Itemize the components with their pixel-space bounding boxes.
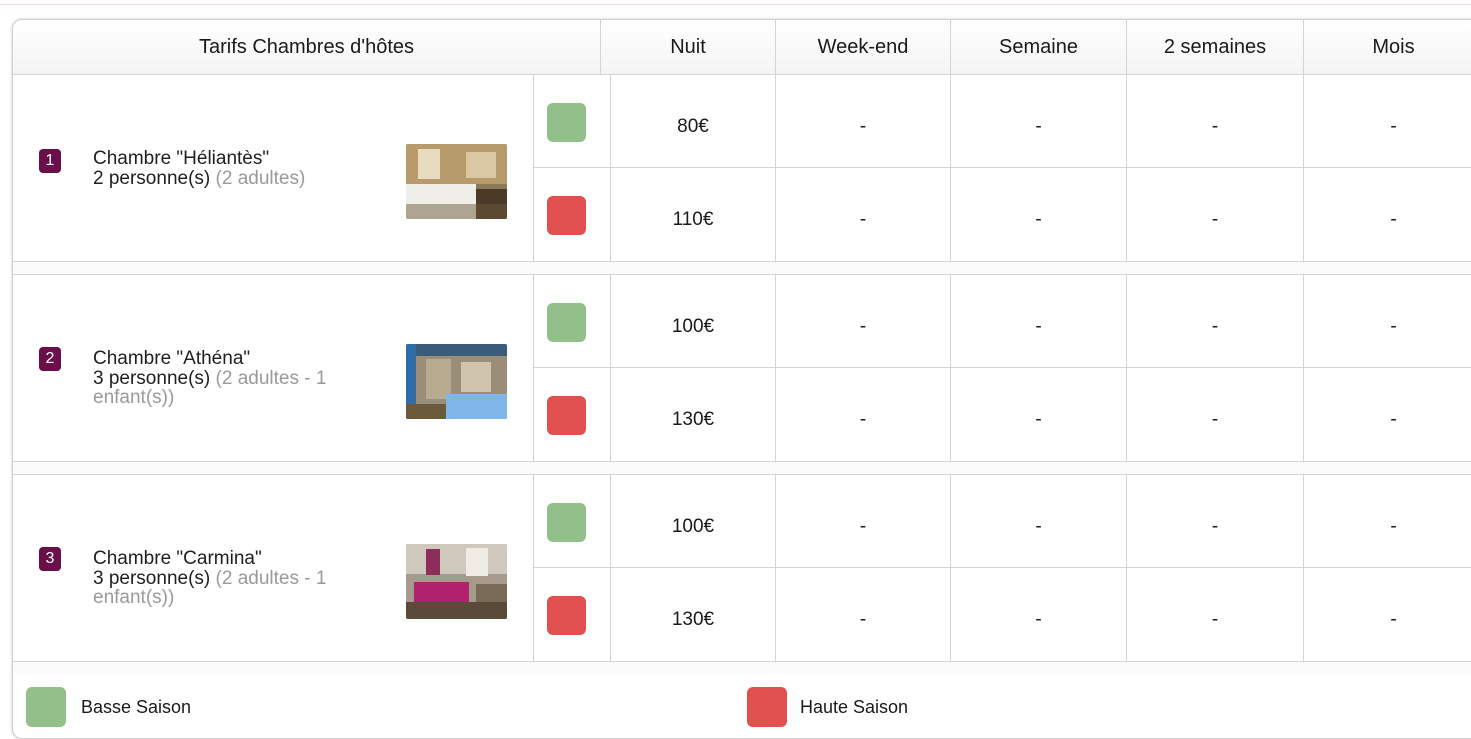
room-row-2: 2 Chambre "Athéna" 3 personne(s) (2 adul… [13, 274, 1471, 462]
room-info: 2 Chambre "Athéna" 3 personne(s) (2 adul… [13, 275, 534, 461]
basse-saison-swatch [547, 103, 586, 142]
season-cell [534, 75, 611, 168]
basse-saison-swatch [26, 687, 66, 727]
haute-saison-swatch [547, 196, 586, 235]
top-divider [0, 4, 1471, 5]
season-cell [534, 368, 611, 461]
price-nuit: 80€ [611, 75, 776, 168]
price-semaine: - [951, 368, 1127, 461]
room-number-badge: 2 [39, 347, 61, 371]
price-2-semaines: - [1127, 275, 1304, 368]
room-info: 1 Chambre "Héliantès" 2 personne(s) (2 a… [13, 75, 534, 261]
price-weekend: - [776, 475, 951, 568]
price-weekend: - [776, 75, 951, 168]
price-mois: - [1390, 316, 1397, 337]
price-mois: - [1390, 116, 1397, 137]
price-semaine: - [951, 475, 1127, 568]
header-weekend: Week-end [776, 20, 951, 74]
price-2-semaines: - [1127, 368, 1304, 461]
price-semaine: - [951, 275, 1127, 368]
room-capacity: 2 personne(s) (2 adultes) [93, 169, 383, 188]
row-spacer [13, 262, 1471, 274]
haute-saison-swatch [547, 396, 586, 435]
price-weekend: - [776, 168, 951, 261]
price-semaine: - [951, 75, 1127, 168]
room-capacity-count: 3 personne(s) [93, 568, 211, 589]
room-number-badge: 1 [39, 149, 61, 173]
price-mois: - [1390, 516, 1397, 537]
price-nuit: 110€ [611, 168, 776, 261]
header-nuit: Nuit [601, 20, 776, 74]
season-cell [534, 475, 611, 568]
room-name[interactable]: Chambre "Héliantès" [93, 149, 269, 169]
season-cell [534, 275, 611, 368]
basse-saison-swatch [547, 503, 586, 542]
price-weekend: - [776, 568, 951, 661]
price-2-semaines: - [1127, 568, 1304, 661]
header-2-semaines: 2 semaines [1127, 20, 1304, 74]
price-semaine: - [951, 168, 1127, 261]
haute-saison-swatch [547, 596, 586, 635]
price-mois: - [1390, 409, 1397, 430]
room-photo[interactable] [406, 544, 507, 619]
price-nuit: 100€ [611, 475, 776, 568]
room-capacity: 3 personne(s) (2 adultes - 1 enfant(s)) [93, 369, 383, 407]
price-semaine: - [951, 568, 1127, 661]
haute-saison-swatch [747, 687, 787, 727]
room-photo[interactable] [406, 144, 507, 219]
room-number-badge: 3 [39, 547, 61, 571]
season-cell [534, 568, 611, 661]
price-mois: - [1390, 609, 1397, 630]
price-mois: - [1390, 209, 1397, 230]
legend-haute-label: Haute Saison [800, 697, 909, 717]
price-2-semaines: - [1127, 168, 1304, 261]
room-name[interactable]: Chambre "Carmina" [93, 549, 262, 569]
room-photo[interactable] [406, 344, 507, 419]
price-nuit: 130€ [611, 368, 776, 461]
room-row-1: 1 Chambre "Héliantès" 2 personne(s) (2 a… [13, 74, 1471, 262]
room-capacity-count: 3 personne(s) [93, 368, 211, 389]
room-capacity-detail: (2 adultes) [215, 168, 306, 189]
price-weekend: - [776, 275, 951, 368]
row-spacer [13, 462, 1471, 474]
price-2-semaines: - [1127, 475, 1304, 568]
price-nuit: 100€ [611, 275, 776, 368]
price-2-semaines: - [1127, 75, 1304, 168]
header-title: Tarifs Chambres d'hôtes [13, 20, 601, 74]
price-weekend: - [776, 368, 951, 461]
header-semaine: Semaine [951, 20, 1127, 74]
room-row-3: 3 Chambre "Carmina" 3 personne(s) (2 adu… [13, 474, 1471, 662]
season-cell [534, 168, 611, 261]
room-capacity: 3 personne(s) (2 adultes - 1 enfant(s)) [93, 569, 383, 607]
room-capacity-count: 2 personne(s) [93, 168, 211, 189]
legend: Basse Saison Haute Saison [13, 673, 1471, 738]
rates-table: Tarifs Chambres d'hôtes Nuit Week-end Se… [12, 19, 1471, 739]
basse-saison-swatch [547, 303, 586, 342]
legend-basse-label: Basse Saison [81, 697, 192, 717]
price-nuit: 130€ [611, 568, 776, 661]
room-info: 3 Chambre "Carmina" 3 personne(s) (2 adu… [13, 475, 534, 661]
table-header: Tarifs Chambres d'hôtes Nuit Week-end Se… [13, 20, 1471, 75]
room-name[interactable]: Chambre "Athéna" [93, 349, 250, 369]
header-mois: Mois [1372, 36, 1415, 58]
